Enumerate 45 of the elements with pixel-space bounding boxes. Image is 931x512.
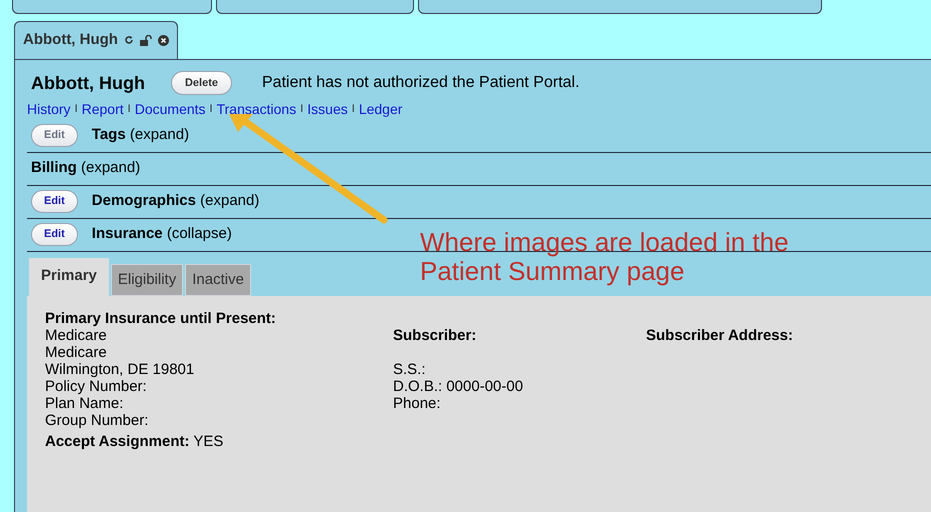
portal-message: Patient has not authorized the Patient Portal.: [262, 73, 580, 93]
edit-button[interactable]: Edit: [31, 190, 78, 213]
tab-label: Abbott, Hugh: [23, 30, 118, 50]
insurance-detail: Medicare: [45, 344, 108, 361]
insurance-detail: Wilmington, DE 19801: [45, 361, 196, 378]
patient-tab[interactable]: Abbott, Hugh: [14, 21, 178, 58]
subscriber-heading: Subscriber:: [393, 327, 478, 344]
separator: I: [299, 102, 304, 117]
subscriber-detail: D.O.B.: 0000-00-00: [393, 378, 524, 395]
nav-link[interactable]: History: [27, 98, 71, 120]
patient-name: Abbott, Hugh: [30, 72, 145, 95]
edit-button[interactable]: Edit: [31, 223, 78, 246]
section-title[interactable]: Tags (expand): [92, 124, 190, 147]
section-title[interactable]: Demographics (expand): [92, 190, 260, 213]
close-icon[interactable]: [158, 34, 169, 46]
separator: I: [350, 102, 356, 117]
separator: I: [74, 102, 79, 117]
nav-link[interactable]: Transactions: [216, 98, 296, 120]
separator: I: [126, 102, 132, 117]
refresh-icon[interactable]: [124, 35, 134, 46]
annotation-text: Where images are loaded in the Patient Summary page: [420, 228, 790, 286]
insurance-heading: Primary Insurance until Present:: [45, 310, 277, 327]
tab-edge[interactable]: [12, 0, 212, 14]
delete-button[interactable]: Delete: [170, 70, 232, 96]
tab-edge[interactable]: [418, 0, 822, 14]
subscriber-detail: S.S.:: [393, 361, 427, 378]
nav-link[interactable]: Issues: [307, 98, 348, 120]
nav-link[interactable]: Documents: [134, 98, 206, 120]
insurance-tab[interactable]: Primary: [29, 258, 109, 296]
separator: I: [208, 102, 214, 117]
insurance-tab[interactable]: Inactive: [185, 264, 251, 296]
address-heading: Subscriber Address:: [646, 327, 793, 344]
insurance-detail: Group Number:: [45, 412, 150, 429]
subscriber-detail: Phone:: [393, 395, 442, 412]
accept-assignment: Accept Assignment: YES: [45, 433, 224, 450]
insurance-detail: Policy Number:: [45, 378, 148, 395]
section-title[interactable]: Insurance (collapse): [92, 223, 232, 246]
nav-link[interactable]: Ledger: [358, 98, 402, 120]
insurance-detail: Medicare: [45, 327, 108, 344]
section-title[interactable]: Billing (expand): [31, 157, 140, 180]
insurance-tab[interactable]: Eligibility: [110, 264, 184, 296]
unlock-icon[interactable]: [140, 34, 152, 46]
tab-edge[interactable]: [216, 0, 414, 14]
insurance-detail: Plan Name:: [45, 395, 124, 412]
nav-link[interactable]: Report: [82, 98, 124, 120]
